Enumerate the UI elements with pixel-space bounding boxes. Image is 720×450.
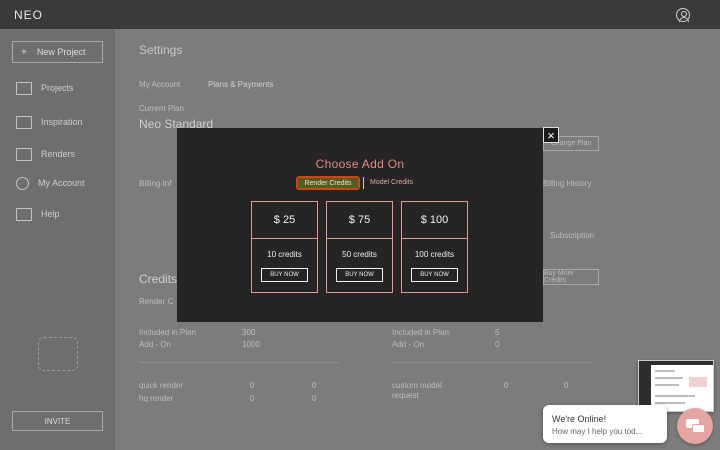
add-on-option-card: $ 100 100 credits BUY NOW [401, 201, 468, 293]
tab-render-credits[interactable]: Render Credits [296, 176, 360, 190]
sidebar-item-label: Inspiration [41, 117, 83, 127]
table-cell: 0 [250, 394, 255, 403]
option-credits: 100 credits [414, 250, 455, 259]
option-price: $ 100 [420, 214, 449, 226]
buy-more-credits-button[interactable]: Buy More Credits [543, 269, 599, 285]
sidebar-item-renders[interactable]: Renders [16, 145, 75, 163]
table-row: quick render [139, 381, 184, 390]
billing-history-link[interactable]: Billing History [543, 179, 591, 188]
sidebar-item-label: Renders [41, 149, 76, 159]
divider [402, 238, 467, 239]
buy-now-button[interactable]: BUY NOW [411, 268, 458, 282]
chat-icon-secondary [692, 424, 705, 433]
divider [392, 362, 592, 363]
new-project-button[interactable]: + New Project [12, 41, 103, 63]
divider [252, 238, 317, 239]
add-on-option-card: $ 25 10 credits BUY NOW [251, 201, 318, 293]
add-on-modal: Choose Add On Render Credits Model Credi… [177, 128, 543, 322]
chat-status-text: We're Online! [552, 414, 607, 424]
chat-launcher-button[interactable] [677, 408, 713, 444]
option-price: $ 25 [273, 214, 296, 226]
model-addon-value: 0 [495, 340, 500, 349]
credits-heading: Credits [139, 272, 178, 286]
sidebar-item-label: My Account [38, 178, 85, 188]
tab-my-account[interactable]: My Account [139, 80, 180, 89]
addon-label: Add - On [392, 340, 425, 349]
tab-separator [363, 177, 364, 189]
tab-plans-payments[interactable]: Plans & Payments [208, 80, 273, 89]
included-label: Included in Plan [139, 328, 196, 337]
render-included-value: 300 [242, 328, 256, 337]
sidebar-item-label: Projects [41, 83, 74, 93]
divider [327, 238, 392, 239]
renders-icon [16, 147, 32, 161]
buy-now-button[interactable]: BUY NOW [261, 268, 308, 282]
thumbnail-line [655, 377, 683, 379]
thumbnail-line [655, 384, 679, 386]
projects-icon [16, 81, 32, 95]
sidebar: + New Project Projects Inspiration Rende… [0, 29, 115, 450]
thumbnail-line [655, 395, 695, 397]
table-cell: 0 [312, 394, 317, 403]
close-icon: × [547, 127, 555, 143]
table-cell: 0 [504, 381, 509, 390]
buy-now-button[interactable]: BUY NOW [336, 268, 383, 282]
divider [139, 362, 339, 363]
brand-logo[interactable]: NEO [14, 8, 43, 22]
current-plan-label: Current Plan [139, 104, 184, 113]
sidebar-item-label: Help [41, 209, 60, 219]
render-addon-value: 1000 [242, 340, 260, 349]
sidebar-item-inspiration[interactable]: Inspiration [16, 113, 83, 131]
sidebar-item-projects[interactable]: Projects [16, 79, 74, 97]
addon-label: Add - On [139, 340, 172, 349]
render-credits-label: Render C [139, 297, 174, 306]
thumbnail-line [655, 402, 685, 404]
table-cell: 0 [564, 381, 569, 390]
user-avatar-icon[interactable] [676, 8, 690, 22]
new-project-label: New Project [36, 47, 86, 57]
tab-model-credits[interactable]: Model Credits [370, 179, 413, 186]
model-included-value: 5 [495, 328, 500, 337]
add-on-option-card: $ 75 50 credits BUY NOW [326, 201, 393, 293]
chat-prompt-text: How may I help you tod... [552, 427, 643, 436]
included-label: Included in Plan [392, 328, 449, 337]
option-credits: 10 credits [267, 250, 302, 259]
chat-greeting-bubble[interactable]: We're Online! How may I help you tod... [543, 405, 667, 443]
plus-icon: + [21, 46, 27, 58]
thumbnail-line [655, 370, 675, 372]
table-cell: 0 [250, 381, 255, 390]
option-credits: 50 credits [342, 250, 377, 259]
sidebar-item-help[interactable]: Help [16, 205, 60, 223]
page-title: Settings [139, 43, 183, 57]
top-bar: NEO [0, 0, 720, 29]
thumbnail-panel [689, 377, 707, 387]
billing-info-label: Billing Inf [139, 179, 172, 188]
option-price: $ 75 [348, 214, 371, 226]
book-icon [16, 115, 32, 129]
invite-illustration [38, 337, 78, 371]
table-row: hq render [139, 394, 174, 403]
subscription-link[interactable]: Subscription [550, 231, 594, 240]
close-modal-button[interactable]: × [543, 127, 559, 143]
invite-button[interactable]: INVITE [12, 411, 103, 431]
table-row: custom model request [392, 381, 442, 400]
table-cell: 0 [312, 381, 317, 390]
sidebar-item-my-account[interactable]: My Account [16, 174, 85, 192]
modal-title: Choose Add On [315, 157, 405, 171]
user-icon [16, 176, 29, 190]
mail-icon [16, 207, 32, 221]
